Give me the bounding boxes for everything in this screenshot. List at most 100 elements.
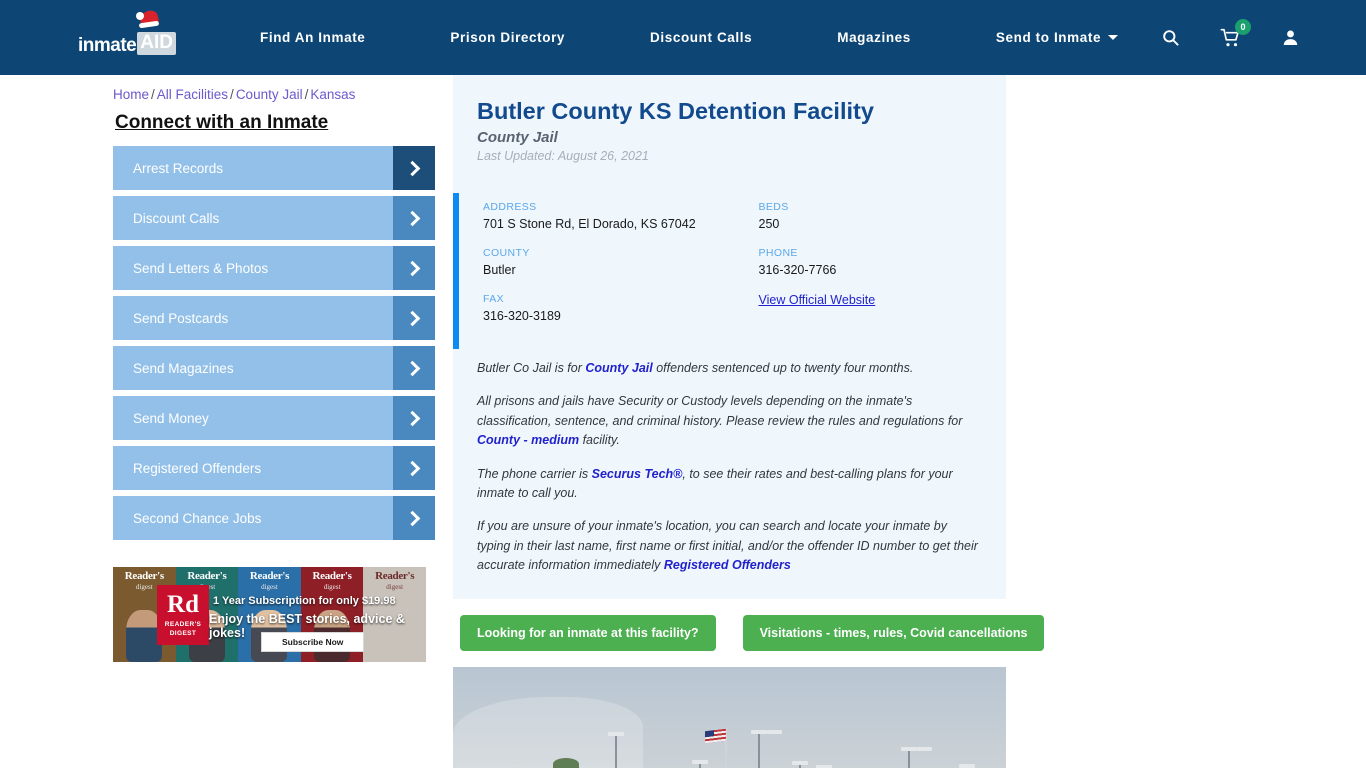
light-pole: [792, 761, 808, 768]
link-county-jail[interactable]: County Jail: [585, 361, 652, 375]
facility-panel: Butler County KS Detention Facility Coun…: [453, 75, 1006, 600]
search-icon[interactable]: [1161, 28, 1180, 47]
building-shape: [511, 764, 525, 768]
sidebar-item-label: Registered Offenders: [133, 460, 262, 476]
breadcrumb-item-home[interactable]: Home: [113, 87, 149, 102]
ad-cover-title: Reader's: [375, 570, 415, 582]
sidebar-item-label: Send Letters & Photos: [133, 260, 269, 276]
nav-item-discount-calls[interactable]: Discount Calls: [650, 30, 752, 45]
ad-cover-sub: digest: [323, 583, 341, 591]
sidebar-item-label: Send Money: [133, 410, 209, 426]
site-header: inmate AID Find An Inmate Prison Director…: [0, 0, 1366, 75]
paragraph-text: The phone carrier is: [477, 466, 592, 481]
field-value: 701 S Stone Rd, El Dorado, KS 67042: [483, 217, 696, 231]
sidebar-item-label: Discount Calls: [133, 210, 220, 226]
ad-brand-name: READER'S DIGEST: [164, 621, 202, 637]
link-registered-offenders[interactable]: Registered Offenders: [664, 558, 791, 572]
official-website-link[interactable]: View Official Website: [759, 293, 1007, 307]
santa-hat-icon: [136, 8, 162, 31]
info-column-right: BEDS 250 PHONE 316-320-7766 View Officia…: [731, 201, 1007, 339]
nav-item-prison-directory[interactable]: Prison Directory: [450, 30, 565, 45]
nav-item-send-to-inmate[interactable]: Send to Inmate: [996, 30, 1118, 45]
ad-cover-title: Reader's: [312, 570, 352, 582]
chevron-right-icon: [393, 346, 435, 390]
sidebar-item-send-magazines[interactable]: Send Magazines: [113, 346, 435, 390]
sidebar-item-registered-offenders[interactable]: Registered Offenders: [113, 446, 435, 490]
facility-type: County Jail: [477, 129, 558, 146]
chevron-right-icon: [393, 496, 435, 540]
last-updated: Last Updated: August 26, 2021: [477, 149, 649, 163]
ad-subscribe-button[interactable]: Subscribe Now: [261, 632, 365, 652]
light-pole: [901, 747, 932, 768]
nav-item-find-an-inmate[interactable]: Find An Inmate: [260, 30, 365, 45]
sidebar-item-second-chance-jobs[interactable]: Second Chance Jobs: [113, 496, 435, 540]
sidebar-item-send-letters-photos[interactable]: Send Letters & Photos: [113, 246, 435, 290]
chevron-right-icon: [393, 146, 435, 190]
sidebar-item-discount-calls[interactable]: Discount Calls: [113, 196, 435, 240]
ad-cover-title: Reader's: [187, 570, 227, 582]
field-fax: FAX 316-320-3189: [483, 293, 731, 323]
ad-cover-sub: digest: [261, 583, 278, 591]
paragraph-text: offenders sentenced up to twenty four mo…: [652, 361, 914, 375]
ad-headline: 1 Year Subscription for only $19.98: [213, 595, 396, 607]
description-paragraph-2: All prisons and jails have Security or C…: [477, 392, 982, 450]
field-value: Butler: [483, 263, 516, 277]
field-value: 316-320-3189: [483, 309, 561, 323]
user-account-icon[interactable]: [1281, 28, 1300, 47]
field-beds: BEDS 250: [759, 201, 1007, 231]
sidebar-item-send-money[interactable]: Send Money: [113, 396, 435, 440]
page-body: Home / All Facilities / County Jail / Kansas C…: [0, 75, 1366, 768]
light-pole: [959, 764, 975, 768]
advertisement-banner[interactable]: Reader's digest Reader's digest Reader's…: [113, 567, 426, 662]
field-label: ADDRESS: [483, 201, 537, 213]
logo-text: inmate: [78, 34, 137, 56]
description-paragraph-3: The phone carrier is Securus Tech®, to s…: [477, 465, 982, 504]
chevron-right-icon: [393, 296, 435, 340]
site-logo[interactable]: inmate AID: [78, 8, 188, 56]
sidebar-item-arrest-records[interactable]: Arrest Records: [113, 146, 435, 190]
field-label: BEDS: [758, 201, 789, 213]
visitations-button[interactable]: Visitations - times, rules, Covid cancel…: [742, 615, 1045, 652]
ad-cover-title: Reader's: [124, 570, 164, 582]
ad-brand-mark: Rd: [167, 591, 199, 619]
right-column: Butler County KS Detention Facility Coun…: [453, 75, 1045, 768]
header-icon-group: 0: [1161, 18, 1300, 48]
us-flag-icon: [705, 729, 726, 744]
field-label: FAX: [483, 293, 505, 305]
facility-exterior-photo: [453, 667, 1006, 768]
left-column: Home / All Facilities / County Jail / Kansas C…: [113, 75, 453, 768]
sidebar-item-send-postcards[interactable]: Send Postcards: [113, 296, 435, 340]
description-paragraph-4: If you are unsure of your inmate's locat…: [477, 517, 982, 575]
breadcrumb-item-county-jail[interactable]: County Jail: [236, 87, 303, 102]
field-phone: PHONE 316-320-7766: [759, 247, 1007, 277]
field-value: 250: [758, 217, 780, 231]
nav-item-magazines[interactable]: Magazines: [837, 30, 911, 45]
cart-icon[interactable]: 0: [1220, 18, 1251, 48]
link-county-medium[interactable]: County - medium: [477, 433, 579, 447]
breadcrumb-separator: /: [230, 87, 234, 102]
breadcrumb-separator: /: [304, 87, 309, 102]
tree-shape: [553, 758, 579, 768]
description-paragraph-1: Butler Co Jail is for County Jail offend…: [477, 359, 982, 378]
field-website: View Official Website: [759, 293, 1007, 307]
sidebar-title: Connect with an Inmate: [115, 112, 329, 133]
field-value: 316-320-7766: [758, 263, 837, 277]
field-label: COUNTY: [483, 247, 530, 259]
ad-cover-sub: digest: [386, 583, 404, 591]
sidebar-item-label: Second Chance Jobs: [133, 510, 262, 526]
looking-for-inmate-button[interactable]: Looking for an inmate at this facility?: [460, 615, 716, 652]
breadcrumb-item-kansas[interactable]: Kansas: [310, 87, 355, 102]
link-securus-tech[interactable]: Securus Tech®: [592, 467, 683, 481]
chevron-right-icon: [393, 446, 435, 490]
ad-cover-title: Reader's: [249, 570, 290, 582]
sidebar-item-label: Arrest Records: [133, 160, 224, 176]
field-label: PHONE: [758, 247, 798, 259]
paragraph-text: Butler Co Jail is for: [477, 361, 586, 375]
logo-badge: AID: [137, 31, 176, 55]
facility-info-block: ADDRESS 701 S Stone Rd, El Dorado, KS 67…: [453, 193, 1006, 349]
page-title: Butler County KS Detention Facility: [477, 98, 874, 124]
breadcrumb-item-all-facilities[interactable]: All Facilities: [157, 87, 228, 102]
light-pole: [692, 760, 708, 768]
breadcrumb-separator: /: [151, 87, 155, 102]
sidebar-item-label: Send Postcards: [133, 310, 229, 326]
